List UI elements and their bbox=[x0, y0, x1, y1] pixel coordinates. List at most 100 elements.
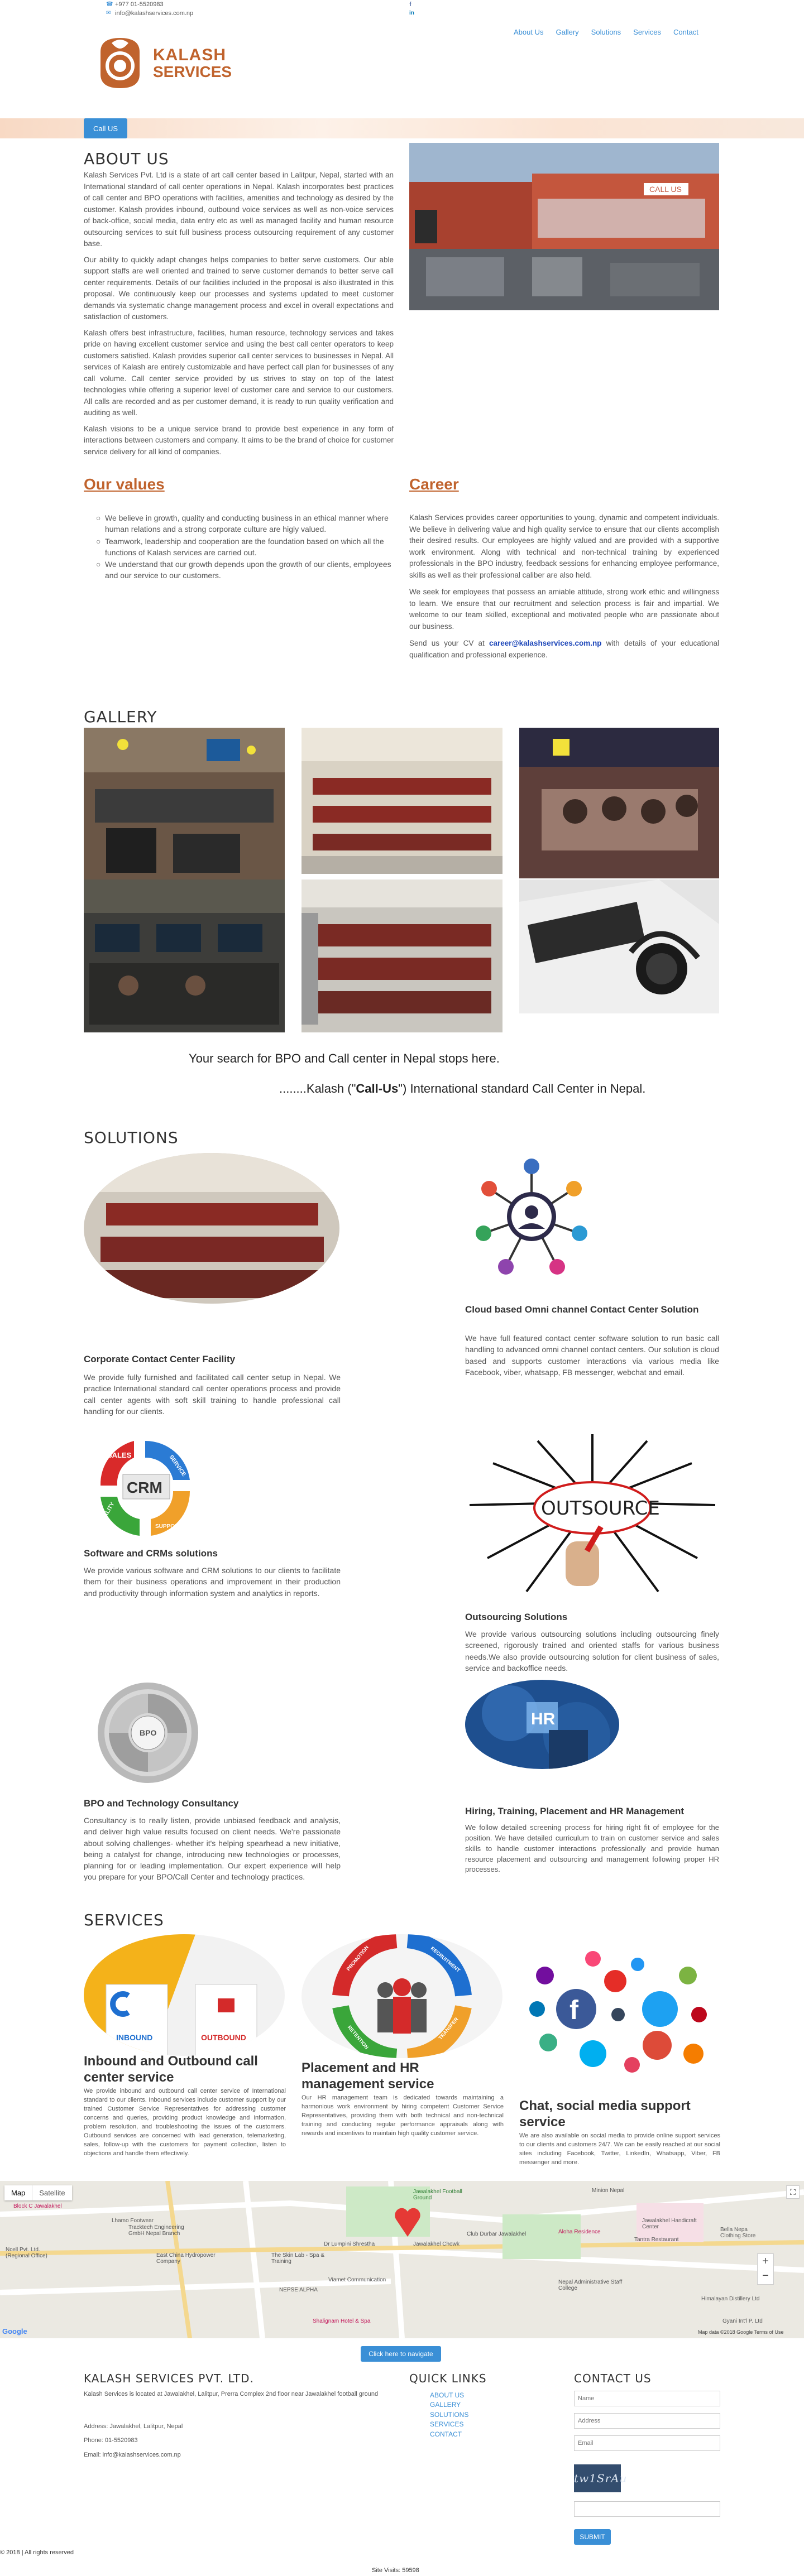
navigate-button[interactable]: Click here to navigate bbox=[361, 2346, 441, 2362]
map-label: NEPSE ALPHA bbox=[279, 2287, 318, 2293]
footer-company-name: KALASH SERVICES PVT. LTD. bbox=[84, 2372, 254, 2385]
solution-text: We follow detailed screening process for… bbox=[465, 1823, 719, 1874]
solution-title: Corporate Contact Center Facility bbox=[84, 1354, 236, 1364]
svg-text:OUTBOUND: OUTBOUND bbox=[201, 2033, 246, 2042]
career-text: Kalash Services provides career opportun… bbox=[409, 512, 719, 661]
call-center-facility-image bbox=[84, 1153, 339, 1304]
service-title: Chat, social media support service bbox=[519, 2098, 691, 2130]
contact-phone: +977 01-5520983 bbox=[115, 1, 164, 8]
map-label: Nepal Administrative Staff College bbox=[558, 2279, 623, 2291]
map-label: Shalignam Hotel & Spa bbox=[313, 2318, 371, 2324]
map-label: Aloha Residence bbox=[558, 2229, 601, 2235]
map-tab[interactable]: Map bbox=[4, 2185, 33, 2200]
gallery-photo[interactable] bbox=[519, 728, 719, 878]
quick-link-about[interactable]: ABOUT US bbox=[430, 2391, 468, 2400]
office-building-photo: CALL US bbox=[409, 143, 719, 310]
contact-email-link[interactable]: info@kalashservices.com.np bbox=[115, 10, 193, 17]
captcha-image: tw1SrAu bbox=[574, 2464, 626, 2492]
map-label: Tantra Restaurant bbox=[634, 2237, 679, 2243]
social-media-icons-image: f bbox=[520, 1942, 719, 2082]
map-label: Gyani Int'l P. Ltd bbox=[722, 2318, 763, 2324]
slogan-line-1: Your search for BPO and Call center in N… bbox=[189, 1051, 500, 1065]
fullscreen-icon[interactable]: ⛶ bbox=[786, 2185, 800, 2199]
svg-text:CRM: CRM bbox=[127, 1479, 162, 1496]
map-label: Ncell Pvt. Ltd. (Regional Office) bbox=[6, 2247, 47, 2259]
captcha-input[interactable] bbox=[574, 2501, 720, 2517]
gallery-photo[interactable] bbox=[84, 728, 285, 880]
crm-cycle-icon: CRM SALES SERVICE SUPPORT QUALITY bbox=[84, 1430, 207, 1545]
about-paragraph: Our ability to quickly adapt changes hel… bbox=[84, 255, 394, 321]
map-label: Block C Jawalakhel bbox=[13, 2203, 62, 2209]
about-title: ABOUT US bbox=[84, 150, 169, 168]
zoom-out-icon[interactable]: − bbox=[758, 2269, 773, 2283]
list-item: ○ We believe in growth, quality and condu… bbox=[96, 513, 389, 534]
list-item: ABOUT US bbox=[430, 2391, 468, 2400]
map-label: Jawalakhel Chowk bbox=[413, 2241, 460, 2247]
service-text: We are also available on social media to… bbox=[519, 2132, 720, 2166]
svg-text:BPO: BPO bbox=[140, 1728, 156, 1737]
address-field[interactable] bbox=[574, 2413, 720, 2429]
gallery-photo[interactable] bbox=[302, 728, 502, 874]
gallery-photo[interactable] bbox=[302, 880, 502, 1032]
map-label: Dr Lumpini Shrestha bbox=[324, 2241, 375, 2247]
logo[interactable]: KALASH SERVICES bbox=[95, 32, 257, 94]
nav-solutions[interactable]: Solutions bbox=[591, 28, 621, 36]
career-cv-note: Send us your CV at career@kalashservices… bbox=[409, 639, 719, 659]
nav-contact[interactable]: Contact bbox=[673, 28, 698, 36]
linkedin-icon[interactable]: in bbox=[409, 9, 414, 18]
career-title: Career bbox=[409, 475, 459, 493]
nav-services[interactable]: Services bbox=[633, 28, 661, 36]
solution-text: We provide fully furnished and facilitat… bbox=[84, 1373, 341, 1416]
solution-title: BPO and Technology Consultancy bbox=[84, 1798, 239, 1809]
email-field[interactable] bbox=[574, 2435, 720, 2451]
about-text: Kalash Services Pvt. Ltd is a state of a… bbox=[84, 170, 394, 458]
solutions-title: SOLUTIONS bbox=[84, 1128, 179, 1147]
outsource-diagram: OUTSOURCE bbox=[465, 1430, 720, 1597]
google-map[interactable]: Map Satellite ⛶ + − Google Map data ©201… bbox=[0, 2181, 804, 2338]
gallery-photo-headset[interactable] bbox=[519, 880, 719, 1013]
mail-icon: ✉ bbox=[106, 10, 111, 16]
gallery-photo[interactable] bbox=[84, 880, 285, 1032]
nav-gallery[interactable]: Gallery bbox=[556, 28, 578, 36]
satellite-tab[interactable]: Satellite bbox=[32, 2185, 71, 2200]
quick-link-contact[interactable]: CONTACT bbox=[430, 2430, 468, 2439]
map-label: Jawalakhel Football Ground bbox=[413, 2189, 462, 2201]
footer-description: Kalash Services is located at Jawalakhel… bbox=[84, 2391, 379, 2397]
map-label: Minion Nepal bbox=[592, 2188, 625, 2194]
main-nav: About Us Gallery Solutions Services Cont… bbox=[514, 28, 698, 36]
career-paragraph: Kalash Services provides career opportun… bbox=[409, 513, 719, 579]
svg-text:SALES: SALES bbox=[107, 1451, 132, 1459]
solution-text: We provide various software and CRM solu… bbox=[84, 1566, 341, 1598]
nav-about-us[interactable]: About Us bbox=[514, 28, 543, 36]
map-label: East China Hydropower Company bbox=[156, 2252, 216, 2265]
service-title: Placement and HR management service bbox=[302, 2060, 434, 2092]
zoom-in-icon[interactable]: + bbox=[758, 2254, 773, 2269]
map-label: Jawalakhel Handicraft Center bbox=[642, 2218, 697, 2230]
map-label: Bella Nepa Clothing Store bbox=[720, 2227, 756, 2239]
career-paragraph: We seek for employees that possess an am… bbox=[409, 588, 719, 631]
copyright: © 2018 | All rights reserved bbox=[0, 2549, 74, 2556]
quick-link-services[interactable]: SERVICES bbox=[430, 2420, 468, 2429]
footer-address: Address: Jawalakhel, Lalitpur, Nepal bbox=[84, 2423, 183, 2430]
quick-links-list: ABOUT US GALLERY SOLUTIONS SERVICES CONT… bbox=[430, 2391, 468, 2439]
quick-link-gallery[interactable]: GALLERY bbox=[430, 2400, 468, 2410]
svg-text:SUPPORT: SUPPORT bbox=[155, 1524, 182, 1530]
service-text: Our HR management team is dedicated towa… bbox=[302, 2094, 504, 2137]
svg-text:HR: HR bbox=[531, 1710, 556, 1728]
list-item: SOLUTIONS bbox=[430, 2410, 468, 2420]
contact-bar: ☎ +977 01-5520983 ✉ info@kalashservices.… bbox=[84, 0, 720, 22]
map-label: The Skin Lab - Spa & Training bbox=[271, 2252, 325, 2265]
quick-link-solutions[interactable]: SOLUTIONS bbox=[430, 2410, 468, 2420]
site-visits: Site Visits: 59598 bbox=[372, 2567, 419, 2574]
zoom-control[interactable]: + − bbox=[757, 2253, 774, 2285]
call-us-button[interactable]: Call US bbox=[84, 118, 127, 138]
submit-button[interactable]: SUBMIT bbox=[574, 2529, 611, 2545]
about-paragraph: Kalash Services Pvt. Ltd is a state of a… bbox=[84, 171, 394, 248]
solution-text: We provide various outsourcing solutions… bbox=[465, 1630, 719, 1673]
placement-hr-image: PROMOTION RECRUITMENT TRANSFER RETENTION bbox=[302, 1934, 502, 2058]
solution-title: Cloud based Omni channel Contact Center … bbox=[465, 1304, 699, 1315]
facebook-icon[interactable]: f bbox=[409, 0, 414, 9]
career-email-link[interactable]: career@kalashservices.com.np bbox=[489, 639, 602, 647]
name-field[interactable] bbox=[574, 2391, 720, 2406]
solution-text: We have full featured contact center sof… bbox=[465, 1334, 719, 1377]
